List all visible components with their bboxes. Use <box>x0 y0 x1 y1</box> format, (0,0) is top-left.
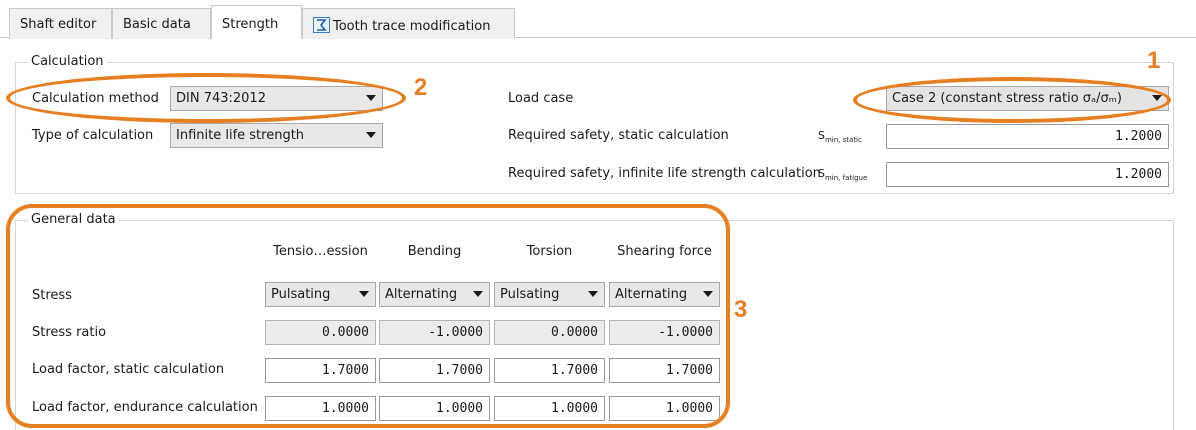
tab-tooth-trace-modification[interactable]: Tooth trace modification <box>302 8 515 39</box>
load-case-label: Load case <box>508 91 574 106</box>
chevron-down-icon <box>366 132 376 138</box>
tab-bar: Shaft editor Basic data Strength Tooth t… <box>0 0 1196 39</box>
annotation-box-general-data <box>6 204 730 428</box>
s-min-static-symbol: Smin, static <box>818 129 862 144</box>
required-safety-static-label: Required safety, static calculation <box>508 128 729 143</box>
tab-label: Strength <box>222 17 279 32</box>
tab-strength[interactable]: Strength <box>211 5 302 39</box>
type-of-calculation-label: Type of calculation <box>32 128 154 143</box>
required-safety-fatigue-label: Required safety, infinite life strength … <box>508 166 821 181</box>
annotation-oval-calculation-method <box>6 73 406 123</box>
tab-label: Tooth trace modification <box>333 19 491 34</box>
required-safety-fatigue-input[interactable]: 1.2000 <box>886 162 1169 187</box>
calculation-group-title: Calculation <box>28 54 107 69</box>
s-min-fatigue-symbol: Smin, fatigue <box>818 167 867 182</box>
symbol-letter: S <box>818 167 825 180</box>
tab-shaft-editor[interactable]: Shaft editor <box>9 8 112 39</box>
annotation-oval-load-case <box>853 77 1171 123</box>
symbol-letter: S <box>818 129 825 142</box>
tooth-trace-icon <box>313 17 330 33</box>
tab-label: Shaft editor <box>20 17 97 32</box>
type-of-calculation-value: Infinite life strength <box>176 128 305 143</box>
tab-basic-data[interactable]: Basic data <box>112 8 211 39</box>
annotation-number-2: 2 <box>414 74 428 101</box>
annotation-number-1: 1 <box>1147 47 1161 74</box>
symbol-subscript: min, fatigue <box>824 174 868 183</box>
required-safety-static-input[interactable]: 1.2000 <box>886 124 1169 149</box>
type-of-calculation-dropdown[interactable]: Infinite life strength <box>170 123 383 148</box>
symbol-subscript: min, static <box>824 136 862 145</box>
tab-label: Basic data <box>123 17 191 32</box>
annotation-number-3: 3 <box>734 296 748 323</box>
